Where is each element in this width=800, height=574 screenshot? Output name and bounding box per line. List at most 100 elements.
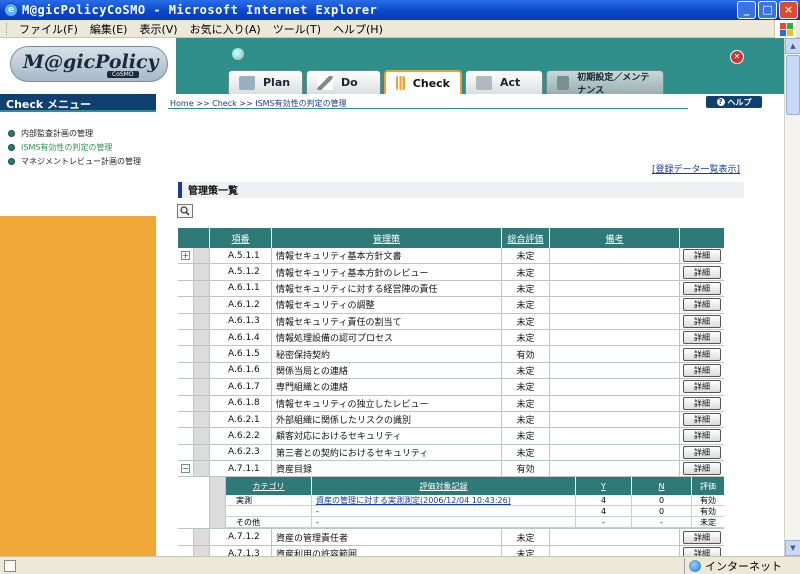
- menu-help[interactable]: ヘルプ(H): [327, 21, 389, 37]
- detail-button[interactable]: 詳細: [683, 281, 721, 295]
- expand-icon[interactable]: +: [181, 251, 190, 261]
- cell-note: [550, 297, 680, 313]
- header-num[interactable]: 項番: [210, 228, 272, 248]
- cell-num: A.6.1.4: [210, 329, 272, 346]
- close-window-button[interactable]: ×: [779, 1, 798, 19]
- nested-cell-n: 0: [632, 495, 692, 506]
- table-row: + A.5.1.1 情報セキュリティ基本方針文書 未定 詳細: [178, 248, 724, 265]
- detail-button[interactable]: 詳細: [683, 462, 721, 476]
- table-body-continued: A.7.1.2資産の管理責任者未定詳細A.7.1.3資産利用の許容範囲未定詳細A…: [178, 529, 724, 556]
- detail-button[interactable]: 詳細: [683, 265, 721, 279]
- detail-button[interactable]: 詳細: [683, 380, 721, 394]
- cell-num: A.6.2.3: [210, 444, 272, 461]
- controls-table: 項番 管理策 総合評価 備考 + A.5.1.1 情報セキュリティ基本方針文書 未定詳…: [178, 228, 724, 556]
- menu-edit[interactable]: 編集(E): [84, 21, 134, 37]
- collapse-icon[interactable]: −: [181, 464, 190, 474]
- record-link[interactable]: 資産の管理に対する実測測定(2006/12/04 10:43:26): [316, 495, 511, 505]
- detail-button[interactable]: 詳細: [683, 530, 721, 544]
- tab-act[interactable]: Act: [465, 70, 543, 94]
- nested-cell-eval: 有効: [700, 506, 716, 516]
- cell-eval: 未定: [502, 264, 550, 280]
- vertical-scrollbar[interactable]: ▲ ▼: [784, 38, 800, 556]
- menu-view[interactable]: 表示(V): [133, 21, 183, 37]
- table-row: A.6.1.2 情報セキュリティの調整 未定 詳細: [178, 297, 724, 314]
- nested-header-y[interactable]: Y: [576, 477, 632, 496]
- cell-name: 外部組織に関係したリスクの識別: [272, 411, 502, 428]
- detail-button[interactable]: 詳細: [683, 249, 721, 263]
- tab-setup[interactable]: 初期設定／メンテナンス: [546, 70, 664, 96]
- detail-button[interactable]: 詳細: [683, 413, 721, 427]
- table-row: A.7.1.3 資産利用の許容範囲 未定 詳細: [178, 545, 724, 556]
- detail-button[interactable]: 詳細: [683, 314, 721, 328]
- cell-eval: 未定: [502, 248, 550, 264]
- registered-data-list-link[interactable]: [登録データ一覧表示]: [652, 162, 740, 175]
- detail-button[interactable]: 詳細: [683, 445, 721, 459]
- cell-eval: 未定: [502, 379, 550, 395]
- page-viewport: M@gicPolicy CoSMO ✕ Plan Do Check Act 初期…: [0, 38, 784, 556]
- table-row: A.6.1.8 情報セキュリティの独立したレビュー 未定 詳細: [178, 395, 724, 412]
- cell-num: A.5.1.2: [210, 264, 272, 280]
- header-eval[interactable]: 総合評価: [502, 228, 550, 248]
- magnifier-icon: [180, 206, 190, 216]
- cell-name: 関係当局との連絡: [272, 362, 502, 379]
- cell-num: A.6.1.3: [210, 313, 272, 329]
- table-row: A.6.1.6 関係当局との連絡 未定 詳細: [178, 362, 724, 380]
- table-row: A.6.2.1 外部組織に関係したリスクの識別 未定 詳細: [178, 411, 724, 429]
- scroll-up-button[interactable]: ▲: [785, 38, 800, 54]
- minimize-button[interactable]: _: [737, 1, 756, 19]
- table-body: + A.5.1.1 情報セキュリティ基本方針文書 未定 詳細 A.5.1.2 情報セキュリテ…: [178, 248, 724, 478]
- bullet-icon: [8, 143, 15, 151]
- table-row: A.5.1.2 情報セキュリティ基本方針のレビュー 未定 詳細: [178, 264, 724, 281]
- detail-button[interactable]: 詳細: [683, 547, 721, 556]
- menu-favorites[interactable]: お気に入り(A): [184, 21, 267, 37]
- cell-name: 資産の管理責任者: [272, 529, 502, 545]
- app-logo[interactable]: M@gicPolicy CoSMO: [10, 46, 168, 82]
- table-row: A.6.2.2 顧客対応におけるセキュリティ 未定 詳細: [178, 428, 724, 445]
- cell-name: 情報セキュリティ責任の割当て: [272, 313, 502, 329]
- detail-button[interactable]: 詳細: [683, 363, 721, 377]
- detail-button[interactable]: 詳細: [683, 396, 721, 410]
- header-name[interactable]: 管理策: [272, 228, 502, 248]
- search-button[interactable]: [177, 204, 193, 218]
- window-titlebar[interactable]: e M@gicPolicyCoSMO - Microsoft Internet …: [0, 0, 800, 20]
- nested-row: -4 0 有効: [226, 506, 724, 518]
- tab-plan[interactable]: Plan: [228, 70, 303, 94]
- sidebar-item-audit-plan[interactable]: 内部監査計画の管理: [8, 126, 156, 140]
- ie-icon: e: [4, 3, 18, 17]
- logout-icon[interactable]: ✕: [730, 50, 744, 64]
- sidebar-title: Check メニュー: [0, 94, 156, 112]
- detail-button[interactable]: 詳細: [683, 347, 721, 361]
- cell-eval: 未定: [502, 529, 550, 545]
- nested-header-category[interactable]: カテゴリ: [226, 477, 312, 496]
- menu-tools[interactable]: ツール(T): [267, 21, 327, 37]
- cell-eval: 有効: [502, 461, 550, 477]
- tab-check[interactable]: Check: [384, 70, 462, 94]
- cell-note: [550, 461, 680, 477]
- nested-cell-eval: 未定: [700, 517, 716, 527]
- nested-header-record[interactable]: 評価対象記録: [312, 477, 576, 496]
- menu-file[interactable]: ファイル(F): [13, 21, 84, 37]
- nested-cell-y: 4: [576, 495, 632, 506]
- tab-do[interactable]: Do: [306, 70, 381, 94]
- sidebar-item-isms-effectiveness[interactable]: ISMS有効性の判定の管理: [8, 140, 156, 154]
- header-note[interactable]: 備考: [550, 228, 680, 248]
- detail-button[interactable]: 詳細: [683, 331, 721, 345]
- cell-name: 情報セキュリティ基本方針のレビュー: [272, 264, 502, 280]
- sidebar-item-management-review[interactable]: マネジメントレビュー計画の管理: [8, 154, 156, 168]
- logo-area: M@gicPolicy CoSMO: [0, 38, 176, 94]
- detail-button[interactable]: 詳細: [683, 298, 721, 312]
- nested-header-n[interactable]: N: [632, 477, 692, 496]
- maximize-button[interactable]: □: [758, 1, 777, 19]
- cell-note: [550, 280, 680, 297]
- pencil-icon: [317, 75, 333, 90]
- detail-button[interactable]: 詳細: [683, 429, 721, 443]
- scroll-down-button[interactable]: ▼: [785, 540, 800, 556]
- nested-row: その他 - - - 未定: [226, 517, 724, 529]
- scroll-thumb[interactable]: [786, 55, 800, 115]
- security-zone: インターネット: [684, 558, 782, 574]
- cell-note: [550, 379, 680, 395]
- cell-note: [550, 313, 680, 329]
- help-button[interactable]: ? ヘルプ: [706, 96, 762, 108]
- cell-num: A.6.1.6: [210, 362, 272, 379]
- main-content: Home >> Check >> ISMS有効性の判定の管理 ? ヘルプ [登録…: [156, 94, 784, 556]
